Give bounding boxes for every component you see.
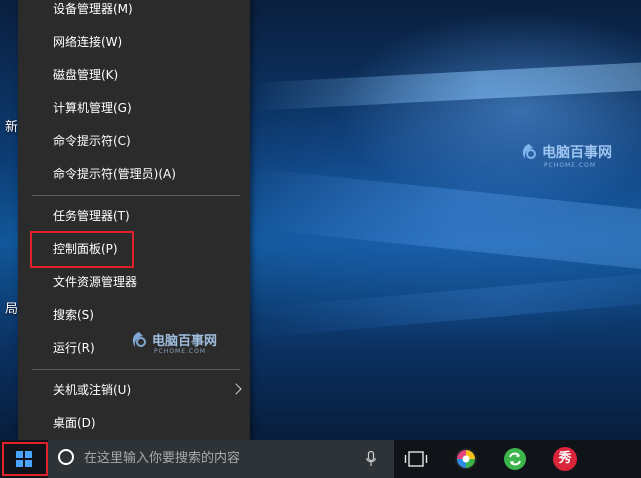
- menu-item-label: 关机或注销(U): [53, 383, 132, 397]
- highlight-box-control-panel: [30, 231, 134, 268]
- winx-context-menu: 设备管理器(M) 网络连接(W) 磁盘管理(K) 计算机管理(G) 命令提示符(…: [18, 0, 250, 440]
- color-wheel-icon[interactable]: [454, 447, 478, 471]
- watermark-logo-icon: [522, 144, 536, 159]
- menu-item-shutdown[interactable]: 关机或注销(U): [18, 374, 250, 407]
- menu-item-command-prompt[interactable]: 命令提示符(C): [18, 125, 250, 158]
- menu-separator: [32, 369, 240, 370]
- search-placeholder: 在这里输入你要搜索的内容: [84, 451, 241, 466]
- search-box[interactable]: 在这里输入你要搜索的内容: [48, 440, 394, 478]
- menu-item-desktop[interactable]: 桌面(D): [18, 407, 250, 440]
- xiu-icon-label: 秀: [558, 451, 572, 466]
- highlight-box-start: [2, 442, 48, 476]
- menu-item-search[interactable]: 搜索(S): [18, 299, 250, 332]
- menu-item-command-prompt-admin[interactable]: 命令提示符(管理员)(A): [18, 158, 250, 191]
- wallpaper-light-beam: [250, 271, 641, 339]
- microphone-icon[interactable]: [366, 451, 376, 467]
- xiu-icon[interactable]: 秀: [553, 447, 577, 471]
- menu-item-network-connections[interactable]: 网络连接(W): [18, 26, 250, 59]
- watermark-text: 电脑百事网: [542, 145, 612, 161]
- watermark: 电脑百事网: [130, 330, 217, 349]
- wallpaper-light-beam: [250, 167, 641, 273]
- watermark-subtext: PCHOME.COM: [544, 162, 597, 169]
- watermark-logo-icon: [132, 331, 146, 347]
- menu-item-file-explorer[interactable]: 文件资源管理器: [18, 266, 250, 299]
- menu-separator: [32, 195, 240, 196]
- taskbar: 在这里输入你要搜索的内容 秀: [0, 440, 641, 478]
- wallpaper-light-beam: [250, 60, 641, 112]
- cortana-icon[interactable]: [58, 449, 74, 465]
- green-refresh-icon[interactable]: [503, 447, 527, 471]
- menu-item-computer-management[interactable]: 计算机管理(G): [18, 92, 250, 125]
- desktop-icon-label[interactable]: 局: [5, 298, 18, 317]
- desktop-icon-label[interactable]: 新: [5, 116, 18, 135]
- watermark-subtext: PCHOME.COM: [154, 348, 207, 355]
- menu-item-device-manager[interactable]: 设备管理器(M): [18, 0, 250, 26]
- watermark: 电脑百事网: [520, 142, 612, 162]
- menu-item-task-manager[interactable]: 任务管理器(T): [18, 200, 250, 233]
- watermark-text: 电脑百事网: [152, 334, 218, 349]
- menu-item-disk-management[interactable]: 磁盘管理(K): [18, 59, 250, 92]
- chevron-right-icon: [230, 383, 242, 395]
- task-view-icon[interactable]: [404, 449, 428, 469]
